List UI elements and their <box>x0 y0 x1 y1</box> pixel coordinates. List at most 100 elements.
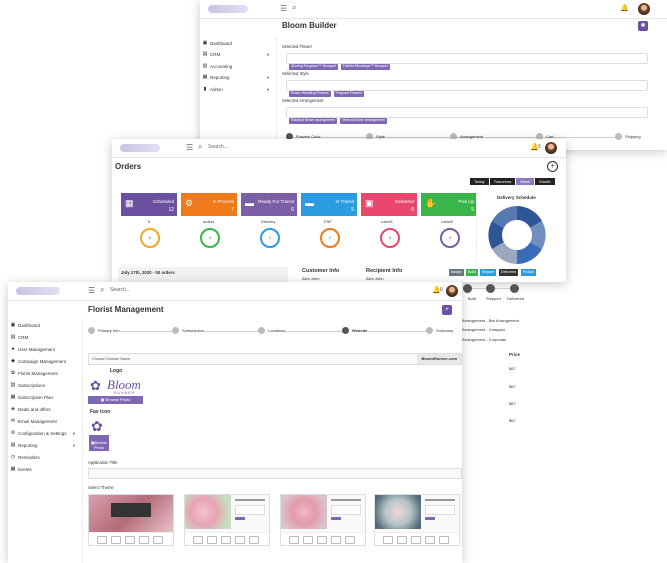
step[interactable]: Shipping <box>615 133 641 140</box>
tag-icon: ◈ <box>11 406 15 412</box>
chip[interactable]: Fragrant Flowers <box>333 91 365 97</box>
price-cell: $67 <box>509 401 516 406</box>
range-tomorrow[interactable]: Tomorrow <box>489 178 516 185</box>
sidebar-item-events[interactable]: ▦ Events <box>8 464 82 474</box>
bell-icon[interactable]: 🔔 <box>620 4 629 12</box>
status-card-pickup[interactable]: ✋ Pick Up 5 <box>421 193 477 216</box>
build-button[interactable]: Build <box>466 269 478 276</box>
domain-input[interactable]: Choose Domain Name <box>92 357 130 361</box>
lock-icon: ▮ <box>203 86 207 92</box>
step-subscription[interactable]: Subscription <box>172 327 205 334</box>
sidebar-item-accounting[interactable]: ▥ Accounting <box>200 61 276 71</box>
sidebar-item-reminders[interactable]: ◷ Reminders <box>8 452 82 462</box>
step-summary[interactable]: Summary <box>426 327 454 334</box>
sidebar-item-subscriptions[interactable]: ▥ Subscriptions <box>8 380 82 390</box>
plan-icon: ▦ <box>10 394 16 400</box>
chip[interactable]: Rustic Wedding Flowers <box>289 91 331 97</box>
theme-text <box>235 499 265 501</box>
sidebar-item-campaign[interactable]: ◆ Campaign Management <box>8 356 82 366</box>
theme-label: Select Theme <box>88 485 114 490</box>
menu-icon[interactable]: ☰ <box>186 143 193 152</box>
sidebar-item-user-management[interactable]: ● User Management <box>8 344 82 354</box>
chip[interactable]: Alluring Elegance™ Bouquet <box>289 64 338 70</box>
status-card-ready[interactable]: ▬ Ready For Transit 6 <box>241 193 297 216</box>
app-logo <box>208 5 248 13</box>
status-card-in-process[interactable]: ⚙ In Process 7 <box>181 193 237 216</box>
browse-favicon-button[interactable]: ▣Browse Photo <box>89 435 109 451</box>
menu-icon[interactable]: ☰ <box>280 4 287 13</box>
step-locations[interactable]: Locations <box>258 327 286 334</box>
customer-name: Alex John <box>302 276 320 281</box>
recipient-info-title: Recipient Info <box>366 268 403 274</box>
chip[interactable]: Elliptical flower arrangement <box>289 118 337 124</box>
step-primary-info[interactable]: Primary Info <box>88 327 120 334</box>
picked-button[interactable]: Picked <box>521 269 536 276</box>
domain-field[interactable]: Choose Domain Name BloomRunner.com <box>88 353 462 365</box>
chip[interactable]: Vertical flower arrangement <box>339 118 387 124</box>
selected-flower-field[interactable]: Alluring Elegance™ Bouquet Faithful Bless… <box>286 53 648 70</box>
theme-image <box>375 495 421 529</box>
theme-hero-box <box>111 503 151 517</box>
status-card-in-transit[interactable]: ▬ In Transit 5 <box>301 193 357 216</box>
step-website[interactable]: Website <box>342 327 368 334</box>
assign-button[interactable]: Assign <box>449 269 464 276</box>
calendar-icon: ▦ <box>10 466 16 472</box>
selected-style-field[interactable]: Rustic Wedding Flowers Fragrant Flowers <box>286 80 648 97</box>
top-bar: ☰ ⌕ 🔔 <box>200 0 667 19</box>
browse-photo-button[interactable]: ▣ Browse Photo <box>88 396 143 404</box>
delivered-button[interactable]: Delivered <box>499 269 519 276</box>
range-month[interactable]: Month <box>535 178 555 185</box>
range-today[interactable]: Today <box>470 178 489 185</box>
avatar[interactable] <box>545 142 557 154</box>
theme-option[interactable] <box>374 494 460 546</box>
chip[interactable]: Faithful Blessings™ Bouquet <box>340 64 390 70</box>
sidebar-item-email[interactable]: ✉ Email Management <box>8 416 82 426</box>
sidebar-item-crm[interactable]: ▤ CRM ▼ <box>200 49 276 59</box>
sidebar-item-florist[interactable]: ✿ Florist Management <box>8 368 82 378</box>
chevron-down-icon: ▼ <box>72 430 76 436</box>
avatar[interactable] <box>446 285 458 297</box>
add-button[interactable]: + <box>547 161 558 172</box>
theme-option[interactable] <box>280 494 366 546</box>
orders-window: ☰ ⌕ Search... 🔔 8 Orders + Today Tomorro… <box>112 139 566 282</box>
theme-option[interactable] <box>184 494 270 546</box>
sidebar-item-crm[interactable]: ▤ CRM <box>8 332 82 342</box>
calendar-icon: ▦ <box>125 198 134 208</box>
delivery-schedule-donut <box>488 206 546 264</box>
sidebar-item-dashboard[interactable]: ▣ Dashboard <box>8 320 82 330</box>
menu-icon[interactable]: ☰ <box>88 286 95 295</box>
add-button[interactable]: + <box>442 305 452 315</box>
theme-option[interactable] <box>88 494 174 546</box>
settings-button[interactable]: ✱ <box>638 21 648 31</box>
shipper-button[interactable]: Shipper <box>480 269 497 276</box>
selected-arrangement-field[interactable]: Elliptical flower arrangement Vertical fl… <box>286 107 648 124</box>
search-icon[interactable]: ⌕ <box>292 3 296 13</box>
theme-text <box>425 505 455 515</box>
page-title: Florist Management <box>88 305 164 314</box>
sidebar-item-subscription-plan[interactable]: ▦ Subscription Plan <box>8 392 82 402</box>
status-card-scheduled[interactable]: ▦ Scheduled 12 <box>121 193 177 216</box>
sidebar-item-reporting[interactable]: ▦ Reporting ▼ <box>200 72 276 82</box>
mail-icon: ✉ <box>10 418 16 424</box>
range-week[interactable]: Week <box>516 178 535 185</box>
app-title-input[interactable] <box>88 468 462 479</box>
hand-icon: ✋ <box>425 198 437 208</box>
gear-icon: ⚙ <box>10 430 16 436</box>
search-input[interactable]: Search... <box>208 144 228 150</box>
gears-icon: ⚙ <box>185 198 194 208</box>
chevron-down-icon: ▼ <box>266 51 270 57</box>
reporting-icon: ▦ <box>202 74 208 80</box>
sidebar-item-admin[interactable]: ▮ Admin ▼ <box>200 84 276 94</box>
sidebar-item-deals[interactable]: ◈ Deals and offers <box>8 404 82 414</box>
sidebar-item-configuration[interactable]: ⚙ Configuration & Settings ▼ <box>8 428 82 438</box>
avatar[interactable] <box>638 3 650 15</box>
step-dot <box>426 327 433 334</box>
theme-text <box>235 505 265 515</box>
sidebar-item-dashboard[interactable]: ▣ Dashboard <box>200 38 276 48</box>
search-icon[interactable]: ⌕ <box>100 285 104 295</box>
ring-label: 5 <box>148 219 151 224</box>
sidebar-item-reporting[interactable]: ▤ Reporting ▼ <box>8 440 82 450</box>
search-icon[interactable]: ⌕ <box>198 142 202 152</box>
search-input[interactable]: Search... <box>110 287 130 293</box>
status-card-delivered[interactable]: ▣ Delivered 8 <box>361 193 417 216</box>
